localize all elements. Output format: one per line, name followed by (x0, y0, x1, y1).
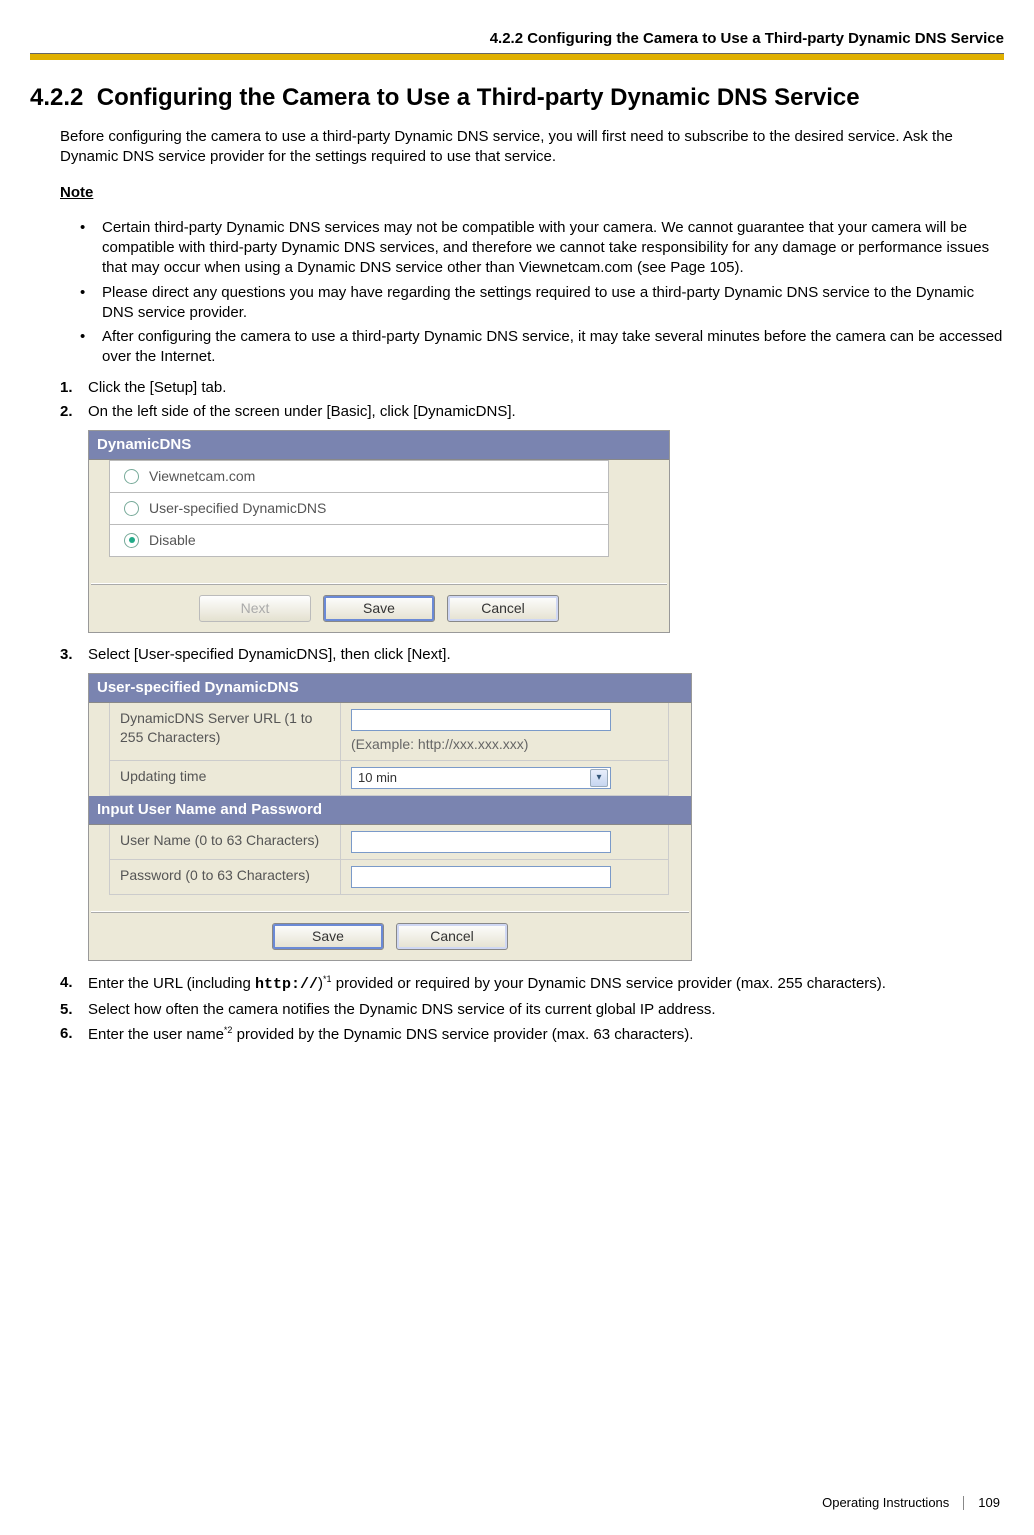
save-button[interactable]: Save (323, 595, 435, 622)
radio-option-userspecified[interactable]: User-specified DynamicDNS (109, 493, 609, 525)
radio-icon (124, 533, 139, 548)
step-item: Enter the user name*2 provided by the Dy… (60, 1024, 1004, 1045)
userspecified-panel: User-specified DynamicDNS DynamicDNS Ser… (88, 673, 692, 961)
note-item: After configuring the camera to use a th… (80, 327, 1004, 368)
heading-number: 4.2.2 (30, 84, 83, 111)
page-header: 4.2.2 Configuring the Camera to Use a Th… (30, 30, 1004, 47)
footer-divider (963, 1496, 964, 1510)
intro-paragraph: Before configuring the camera to use a t… (60, 127, 1004, 168)
panel-title: User-specified DynamicDNS (89, 674, 691, 703)
page-number: 109 (978, 1495, 1000, 1510)
step-item: On the left side of the screen under [Ba… (60, 402, 1004, 422)
step-item: Enter the URL (including http://)*1 prov… (60, 973, 1004, 995)
radio-icon (124, 501, 139, 516)
page-footer: Operating Instructions 109 (822, 1495, 1000, 1510)
note-item: Certain third-party Dynamic DNS services… (80, 218, 1004, 279)
panel-title: DynamicDNS (89, 431, 669, 460)
radio-option-viewnetcam[interactable]: Viewnetcam.com (109, 460, 609, 493)
updating-time-select[interactable]: 10 min ▾ (351, 767, 611, 789)
next-button: Next (199, 595, 311, 622)
radio-icon (124, 469, 139, 484)
radio-label: Viewnetcam.com (149, 467, 255, 486)
radio-option-disable[interactable]: Disable (109, 525, 609, 557)
cancel-button[interactable]: Cancel (396, 923, 508, 950)
form-label-username: User Name (0 to 63 Characters) (109, 825, 341, 859)
step-item: Click the [Setup] tab. (60, 378, 1004, 398)
save-button[interactable]: Save (272, 923, 384, 950)
header-rule (30, 53, 1004, 60)
select-value: 10 min (358, 769, 397, 787)
server-url-input[interactable] (351, 709, 611, 731)
radio-label: Disable (149, 531, 196, 550)
step-item: Select how often the camera notifies the… (60, 1000, 1004, 1020)
chevron-down-icon: ▾ (590, 769, 608, 787)
section-heading: 4.2.2 Configuring the Camera to Use a Th… (30, 84, 1004, 112)
username-input[interactable] (351, 831, 611, 853)
heading-title: Configuring the Camera to Use a Third-pa… (97, 84, 860, 111)
footer-label: Operating Instructions (822, 1495, 949, 1510)
note-item: Please direct any questions you may have… (80, 283, 1004, 324)
radio-label: User-specified DynamicDNS (149, 499, 326, 518)
dynamicdns-panel: DynamicDNS Viewnetcam.com User-specified… (88, 430, 670, 633)
form-label-url: DynamicDNS Server URL (1 to 255 Characte… (109, 703, 341, 760)
password-input[interactable] (351, 866, 611, 888)
cancel-button[interactable]: Cancel (447, 595, 559, 622)
panel-subtitle: Input User Name and Password (89, 796, 691, 825)
url-example-text: (Example: http://xxx.xxx.xxx) (351, 735, 658, 754)
note-list: Certain third-party Dynamic DNS services… (80, 218, 1004, 368)
form-label-updating: Updating time (109, 761, 341, 795)
form-label-password: Password (0 to 63 Characters) (109, 860, 341, 894)
step-item: Select [User-specified DynamicDNS], then… (60, 645, 1004, 665)
note-label: Note (60, 183, 1004, 203)
